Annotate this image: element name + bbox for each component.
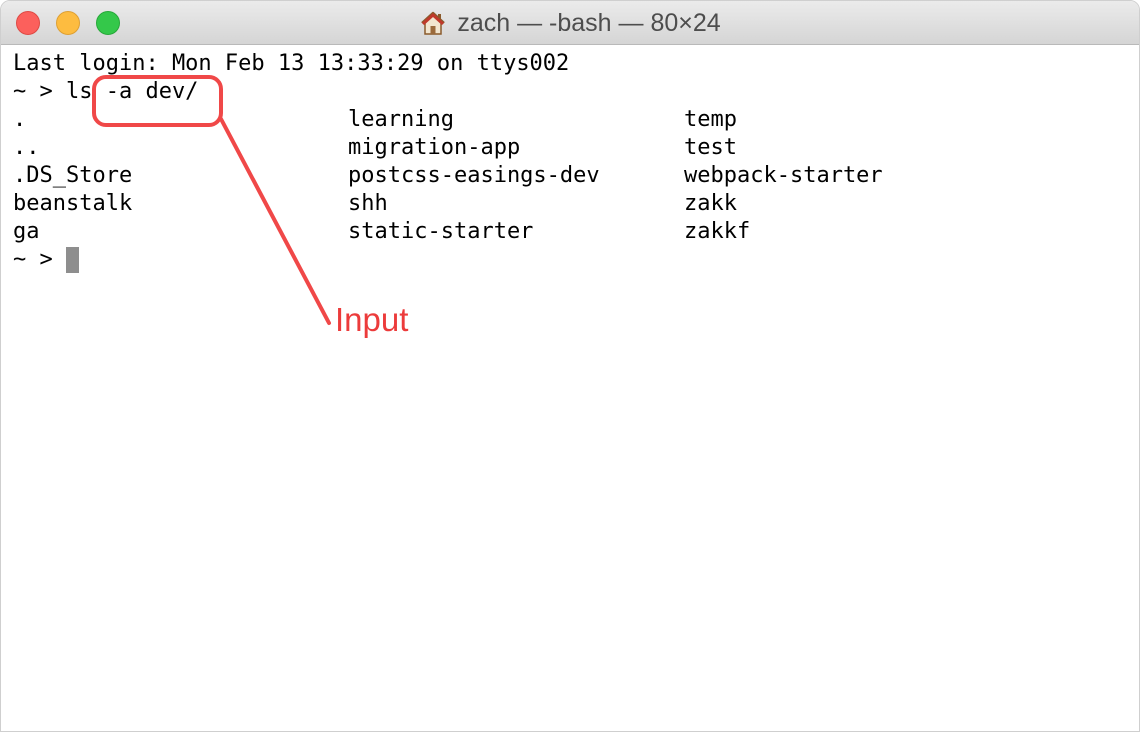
- title-bar[interactable]: zach — -bash — 80×24: [1, 1, 1139, 45]
- input-highlight-box: [92, 75, 223, 127]
- text-cursor: [65, 247, 79, 273]
- listing-entry: .: [13, 107, 27, 132]
- window-title-container: zach — -bash — 80×24: [1, 1, 1139, 45]
- annotation-label: Input: [335, 301, 409, 338]
- listing-entry: shh: [348, 191, 388, 216]
- listing-entry: temp: [684, 107, 737, 132]
- listing-entry: static-starter: [348, 219, 534, 244]
- window-title: zach — -bash — 80×24: [457, 8, 721, 37]
- listing-entry: zakk: [684, 191, 737, 216]
- last-login-line: Last login: Mon Feb 13 13:33:29 on ttys0…: [13, 51, 570, 76]
- listing-entry: .DS_Store: [13, 163, 133, 188]
- home-icon: [419, 9, 447, 37]
- listing-entry: ga: [13, 219, 40, 244]
- listing-entry: ..: [13, 135, 40, 160]
- listing-entry: learning: [348, 107, 454, 132]
- listing-entry: webpack-starter: [684, 163, 883, 188]
- prompt: ~ >: [13, 247, 66, 272]
- current-prompt-line[interactable]: ~ >: [13, 246, 569, 274]
- listing-entry: beanstalk: [13, 191, 133, 216]
- listing-row: beanstalk shh zakk: [13, 190, 737, 218]
- listing-entry: postcss-easings-dev: [348, 163, 600, 188]
- listing-entry: zakkf: [684, 219, 751, 244]
- listing-entry: test: [684, 135, 737, 160]
- terminal-window: zach — -bash — 80×24 Last login: Mon Feb…: [0, 0, 1140, 732]
- listing-row: .DS_Store postcss-easings-dev webpack-st…: [13, 162, 883, 190]
- listing-row: .. migration-app test: [13, 134, 737, 162]
- listing-entry: migration-app: [348, 135, 521, 160]
- listing-row: ga static-starter zakkf: [13, 218, 750, 246]
